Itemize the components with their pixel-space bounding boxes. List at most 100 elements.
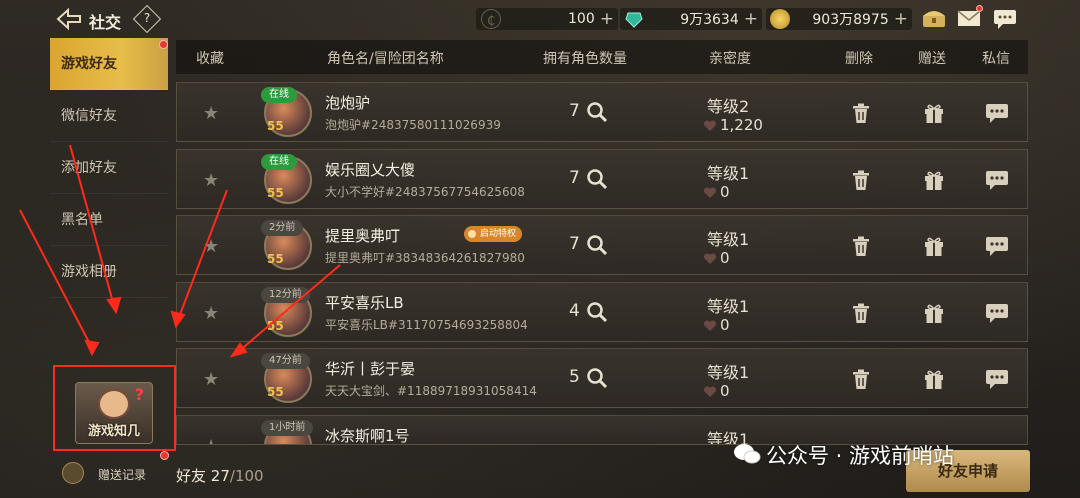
header-message: 私信 — [982, 51, 1010, 67]
friend-tag: 泡炮驴#24837580111026939 — [325, 118, 501, 132]
currency-gold-value: 903万8975 — [812, 12, 889, 28]
table-row[interactable]: ★ 12分前 55 平安喜乐LB 平安喜乐LB#31170754693258804 4 等级… — [176, 282, 1028, 342]
friend-tag: 天天大宝剑、#11889718931058414 — [325, 384, 537, 398]
search-icon[interactable] — [586, 234, 608, 256]
add-currency-c-button[interactable]: + — [600, 9, 614, 29]
watermark: 公众号 · 游戏前哨站 — [766, 444, 955, 468]
table-row[interactable]: ★ 在线 55 泡炮驴泡炮驴#24837580111026939 7 等级2 1,220 — [176, 82, 1028, 142]
table-header: 收藏 角色名/冒险团名称 拥有角色数量 亲密度 删除 赠送 私信 — [176, 40, 1028, 74]
currency-c-value: 100 — [568, 11, 595, 27]
gift-record-label: 赠送记录 — [98, 468, 147, 482]
status-badge: 1小时前 — [261, 420, 314, 436]
zhiji-button[interactable]: ? 游戏知几 — [75, 382, 153, 444]
search-icon[interactable] — [586, 367, 608, 389]
trash-icon[interactable] — [850, 302, 872, 324]
header-name: 角色名/冒险团名称 — [327, 51, 444, 67]
trash-icon[interactable] — [850, 102, 872, 124]
zhiji-highlight: ? 游戏知几 — [53, 365, 176, 451]
add-gem-button[interactable]: + — [744, 9, 758, 29]
top-bar: 社交 ? ₵ 100 + 9万3634 + 903万8975 + — [0, 0, 1080, 38]
favorite-star-icon[interactable]: ★ — [203, 103, 219, 124]
heart-icon — [703, 318, 717, 332]
chat-icon[interactable] — [992, 8, 1018, 29]
intimacy-level: 等级1 — [707, 363, 750, 382]
mail-icon[interactable] — [956, 5, 983, 28]
intimacy-value: 0 — [720, 316, 730, 334]
status-badge: 在线 — [261, 87, 297, 103]
header-delete: 删除 — [845, 51, 873, 67]
message-icon[interactable] — [985, 235, 1008, 257]
message-icon[interactable] — [985, 102, 1008, 124]
gold-coin-icon — [770, 9, 790, 29]
search-icon[interactable] — [586, 301, 608, 323]
heart-icon — [703, 185, 717, 199]
favorite-star-icon[interactable]: ★ — [203, 369, 219, 390]
favorite-star-icon[interactable]: ★ — [203, 303, 219, 324]
role-count: 7 — [569, 101, 580, 121]
intimacy-level: 等级1 — [707, 230, 750, 249]
intimacy-level: 等级1 — [707, 164, 750, 183]
favorite-star-icon[interactable]: ★ — [203, 170, 219, 191]
back-arrow-icon[interactable] — [56, 7, 81, 31]
friend-name: 冰奈斯啊1号 — [325, 427, 410, 445]
table-row[interactable]: ★ 2分前 55 提里奥弗叮 提里奥弗叮#38348364261827980 启动特权 7 等… — [176, 215, 1028, 275]
level-badge: 55 — [267, 119, 284, 133]
game-friends-notification-dot — [159, 40, 168, 49]
message-icon[interactable] — [985, 169, 1008, 191]
wechat-icon — [733, 442, 761, 466]
help-icon[interactable]: ? — [132, 4, 162, 34]
friend-name: 娱乐圈乂大傻 — [325, 161, 416, 179]
trash-icon[interactable] — [850, 235, 872, 257]
intimacy-value: 0 — [720, 382, 730, 400]
question-mark-icon: ? — [134, 385, 144, 404]
search-icon[interactable] — [586, 101, 608, 123]
add-gold-button[interactable]: + — [894, 9, 908, 29]
friend-name: 华沂丨彭于晏 — [325, 360, 416, 378]
gift-icon[interactable] — [923, 235, 945, 257]
privilege-badge: 启动特权 — [464, 226, 523, 242]
chest-icon[interactable] — [921, 8, 947, 28]
role-count: 4 — [569, 301, 580, 321]
intimacy-value: 0 — [720, 183, 730, 201]
friend-tag: 提里奥弗叮#38348364261827980 — [325, 251, 525, 265]
role-count: 5 — [569, 367, 580, 387]
level-badge: 55 — [267, 252, 284, 266]
status-badge: 在线 — [261, 154, 297, 170]
sidebar-item-game-friends[interactable]: 游戏好友 — [50, 38, 168, 90]
gift-icon[interactable] — [923, 368, 945, 390]
gift-record-button[interactable]: 赠送记录 — [62, 462, 172, 486]
table-row[interactable]: ★ 在线 55 娱乐圈乂大傻 大小不学好#24837567754625608 7 等级1 0 — [176, 149, 1028, 209]
favorite-star-icon[interactable]: ★ — [203, 236, 219, 257]
intimacy-level: 等级1 — [707, 297, 750, 316]
friend-name: 平安喜乐LB — [325, 294, 404, 312]
zhiji-label: 游戏知几 — [87, 424, 140, 439]
message-icon[interactable] — [985, 302, 1008, 324]
status-badge: 47分前 — [261, 353, 310, 369]
role-count: 7 — [569, 168, 580, 188]
sidebar-item-album[interactable]: 游戏相册 — [50, 246, 168, 298]
intimacy-value: 1,220 — [720, 116, 763, 134]
intimacy-value: 0 — [720, 249, 730, 267]
sidebar-item-blacklist[interactable]: 黑名单 — [50, 194, 168, 246]
sidebar-item-wechat-friends[interactable]: 微信好友 — [50, 90, 168, 142]
role-count: 7 — [569, 234, 580, 254]
intimacy-level: 等级2 — [707, 97, 750, 116]
message-icon[interactable] — [985, 368, 1008, 390]
trash-icon[interactable] — [850, 169, 872, 191]
heart-icon — [703, 251, 717, 265]
favorite-star-icon[interactable]: ★ — [203, 436, 219, 444]
currency-c: 100 + — [476, 8, 618, 30]
page-title: 社交 — [89, 13, 122, 32]
level-badge: 55 — [267, 385, 284, 399]
gift-icon[interactable] — [923, 169, 945, 191]
sidebar-item-add-friend[interactable]: 添加好友 — [50, 142, 168, 194]
zhiji-avatar-icon — [98, 389, 130, 419]
gift-icon[interactable] — [923, 302, 945, 324]
friend-count-max: /100 — [229, 467, 264, 485]
search-icon[interactable] — [586, 168, 608, 190]
friend-name: 泡炮驴 — [325, 94, 371, 112]
gift-record-icon — [62, 462, 84, 484]
table-row[interactable]: ★ 47分前 55 华沂丨彭于晏天天大宝剑、#11889718931058414 5 等级… — [176, 348, 1028, 408]
gift-icon[interactable] — [923, 102, 945, 124]
trash-icon[interactable] — [850, 368, 872, 390]
